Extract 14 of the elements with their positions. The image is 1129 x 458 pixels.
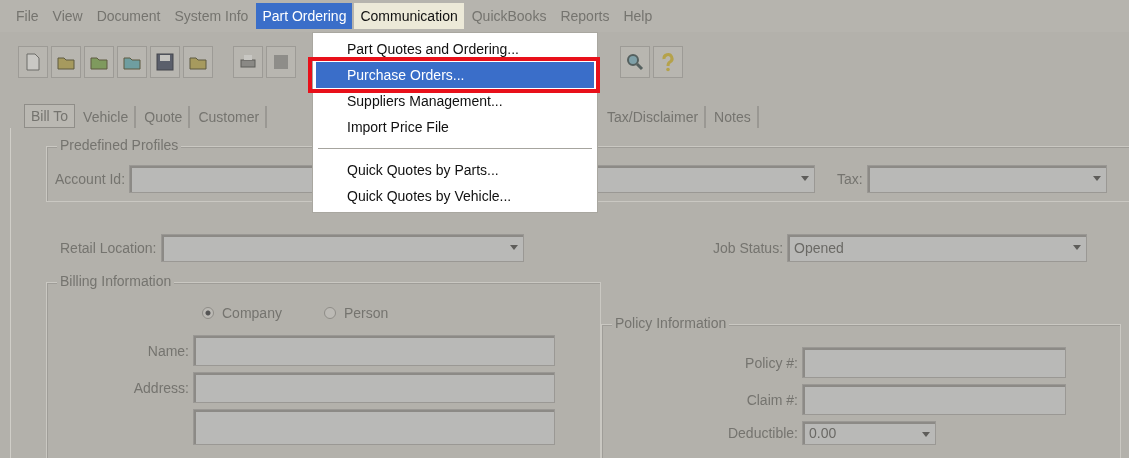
field-label: Retail Location: bbox=[60, 240, 157, 256]
group-title: Billing Information bbox=[57, 273, 175, 289]
radio-label: Person bbox=[343, 305, 389, 321]
field-label: Tax: bbox=[837, 171, 863, 187]
group-title: Policy Information bbox=[612, 315, 730, 331]
field-label: Name: bbox=[146, 342, 189, 359]
field-label: Claim #: bbox=[745, 391, 798, 408]
field-label: Job Status: bbox=[713, 240, 784, 256]
radio-label: Company bbox=[222, 305, 282, 321]
group-title: Predefined Profiles bbox=[57, 137, 182, 153]
field-label: Policy #: bbox=[744, 354, 798, 371]
field-label: Deductible: bbox=[726, 425, 798, 441]
field-label: Account Id: bbox=[55, 171, 126, 187]
field-label: Address: bbox=[132, 379, 189, 396]
